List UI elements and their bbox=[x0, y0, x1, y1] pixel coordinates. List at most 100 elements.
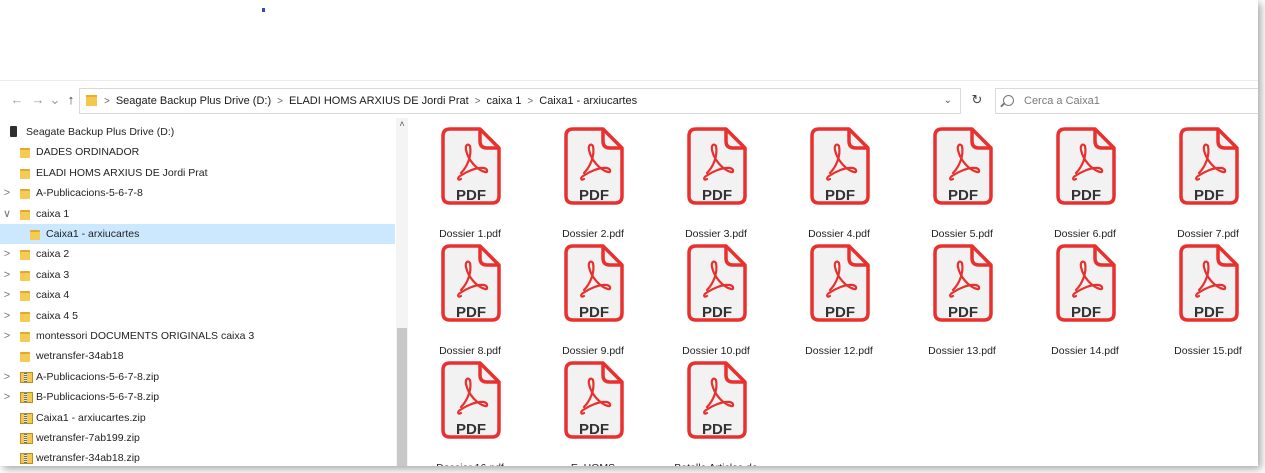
up-button[interactable]: ↑ bbox=[62, 91, 80, 109]
nav-item-label: B-Publicacions-5-6-7-8.zip bbox=[36, 391, 160, 404]
file-view: PDF Dossier 1.pdf PDF Dossier 2.pdf PDF Dossi… bbox=[410, 118, 1258, 466]
nav-item[interactable]: Caixa1 - arxiucartes bbox=[0, 224, 395, 244]
chevron-right-icon[interactable]: > bbox=[2, 306, 12, 326]
folder-icon bbox=[20, 250, 30, 261]
zip-folder-icon bbox=[20, 453, 33, 465]
chevron-right-icon[interactable]: > bbox=[2, 244, 12, 264]
pdf-icon-label: PDF bbox=[702, 421, 732, 438]
ribbon-mark bbox=[262, 8, 265, 12]
nav-item-label: ELADI HOMS ARXIUS DE Jordi Prat bbox=[36, 166, 208, 179]
pdf-file[interactable]: PDF Dossier 16.pdf bbox=[410, 352, 530, 466]
pdf-file[interactable]: PDF Dossier 5.pdf bbox=[902, 118, 1022, 240]
pdf-file[interactable]: PDF Dossier 3.pdf bbox=[656, 118, 776, 240]
file-explorer-window: ← → ⌄ ↑ > Seagate Backup Plus Drive (D:) >… bbox=[0, 0, 1258, 466]
pdf-icon-label: PDF bbox=[1194, 304, 1224, 321]
chevron-right-icon[interactable]: > bbox=[2, 285, 12, 305]
nav-item[interactable]: ∨ caixa 1 bbox=[0, 204, 395, 224]
folder-icon bbox=[20, 209, 30, 220]
pdf-icon-label: PDF bbox=[948, 187, 978, 204]
pdf-icon-label: PDF bbox=[825, 187, 855, 204]
pdf-file[interactable]: PDF Dossier 7.pdf bbox=[1148, 118, 1258, 240]
pdf-file[interactable]: PDF Dossier 8.pdf bbox=[410, 235, 530, 357]
breadcrumb-separator-icon[interactable]: > bbox=[475, 96, 481, 107]
nav-item[interactable]: > caixa 2 bbox=[0, 244, 395, 264]
pdf-file[interactable]: PDF E. HOMS bbox=[533, 352, 653, 466]
pdf-icon-label: PDF bbox=[579, 304, 609, 321]
breadcrumb-item[interactable]: ELADI HOMS ARXIUS DE Jordi Prat bbox=[289, 95, 469, 107]
nav-item[interactable]: > caixa 3 bbox=[0, 265, 395, 285]
pdf-file[interactable]: PDF Dossier 15.pdf bbox=[1148, 235, 1258, 357]
nav-item[interactable]: > A-Publicacions-5-6-7-8 bbox=[0, 183, 395, 203]
back-button[interactable]: ← bbox=[8, 91, 26, 109]
chevron-right-icon[interactable]: > bbox=[2, 326, 12, 346]
pdf-file[interactable]: PDF Batalla Articles de bbox=[656, 352, 776, 466]
nav-item[interactable]: wetransfer-34ab18.zip bbox=[0, 448, 395, 466]
breadcrumb-item[interactable]: Seagate Backup Plus Drive (D:) bbox=[116, 95, 271, 107]
nav-item[interactable]: wetransfer-7ab199.zip bbox=[0, 428, 395, 448]
refresh-icon: ↻ bbox=[971, 92, 983, 107]
nav-item-label: caixa 1 bbox=[36, 207, 70, 220]
nav-item[interactable]: Seagate Backup Plus Drive (D:) bbox=[0, 122, 395, 142]
nav-item-label: caixa 2 bbox=[36, 248, 70, 261]
nav-item-label: wetransfer-34ab18 bbox=[36, 350, 124, 363]
nav-item[interactable]: > A-Publicacions-5-6-7-8.zip bbox=[0, 367, 395, 387]
breadcrumb-item[interactable]: caixa 1 bbox=[487, 95, 522, 107]
chevron-right-icon[interactable]: > bbox=[2, 183, 12, 203]
chevron-right-icon[interactable]: > bbox=[2, 367, 12, 387]
pdf-file[interactable]: PDF Dossier 10.pdf bbox=[656, 235, 776, 357]
file-name: Dossier 13.pdf bbox=[928, 345, 996, 357]
folder-icon bbox=[30, 230, 40, 240]
nav-item[interactable]: DADES ORDINADOR bbox=[0, 142, 395, 162]
address-dropdown-icon[interactable]: ⌄ bbox=[944, 89, 952, 113]
pdf-file[interactable]: PDF Dossier 13.pdf bbox=[902, 235, 1022, 357]
pdf-icon-label: PDF bbox=[702, 304, 732, 321]
pdf-file[interactable]: PDF Dossier 14.pdf bbox=[1025, 235, 1145, 357]
search-icon bbox=[1003, 95, 1014, 106]
chevron-right-icon[interactable]: > bbox=[2, 387, 12, 407]
breadcrumb-item[interactable]: Caixa1 - arxiucartes bbox=[539, 95, 637, 107]
folder-icon bbox=[20, 189, 30, 200]
pdf-file[interactable]: PDF Dossier 6.pdf bbox=[1025, 118, 1145, 240]
nav-item[interactable]: ELADI HOMS ARXIUS DE Jordi Prat bbox=[0, 163, 395, 183]
nav-item[interactable]: Caixa1 - arxiucartes.zip bbox=[0, 408, 395, 428]
chevron-right-icon[interactable]: > bbox=[2, 265, 12, 285]
nav-item[interactable]: > montessori DOCUMENTS ORIGINALS caixa 3 bbox=[0, 326, 395, 346]
breadcrumb-separator-icon[interactable]: > bbox=[527, 96, 533, 107]
navigation-pane: Seagate Backup Plus Drive (D:) DADES ORDI… bbox=[0, 122, 395, 466]
navigation-scrollbar[interactable]: ˄ bbox=[396, 118, 408, 466]
scroll-up-icon[interactable]: ˄ bbox=[396, 118, 408, 130]
pdf-file[interactable]: PDF Dossier 4.pdf bbox=[779, 118, 899, 240]
folder-icon bbox=[20, 270, 30, 281]
chevron-down-icon: ⌄ bbox=[49, 92, 61, 107]
nav-item-label: caixa 4 bbox=[36, 289, 70, 302]
nav-item[interactable]: > B-Publicacions-5-6-7-8.zip bbox=[0, 387, 395, 407]
search-input[interactable]: Cerca a Caixa1 bbox=[995, 88, 1258, 114]
file-name: Batalla Articles de bbox=[656, 462, 776, 466]
forward-button[interactable]: → bbox=[29, 91, 47, 109]
folder-icon bbox=[20, 311, 30, 322]
chevron-down-icon[interactable]: ∨ bbox=[2, 204, 12, 224]
nav-item[interactable]: > caixa 4 bbox=[0, 285, 395, 305]
zip-folder-icon bbox=[20, 412, 33, 424]
pdf-icon-label: PDF bbox=[825, 304, 855, 321]
pdf-file[interactable]: PDF Dossier 1.pdf bbox=[410, 118, 530, 240]
address-input[interactable]: > Seagate Backup Plus Drive (D:) > ELADI HO… bbox=[79, 88, 961, 114]
nav-item[interactable]: wetransfer-34ab18 bbox=[0, 346, 395, 366]
nav-item-label: montessori DOCUMENTS ORIGINALS caixa 3 bbox=[36, 330, 255, 342]
scroll-thumb[interactable] bbox=[397, 328, 407, 466]
folder-icon bbox=[20, 352, 30, 363]
breadcrumb-separator-icon[interactable]: > bbox=[104, 96, 110, 107]
nav-item[interactable]: > caixa 4 5 bbox=[0, 306, 395, 326]
nav-item-label: caixa 3 bbox=[36, 268, 70, 281]
folder-icon bbox=[20, 291, 30, 302]
pdf-file[interactable]: PDF Dossier 12.pdf bbox=[779, 235, 899, 357]
up-arrow-icon: ↑ bbox=[67, 92, 75, 107]
forward-arrow-icon: → bbox=[31, 92, 45, 107]
pdf-file[interactable]: PDF Dossier 9.pdf bbox=[533, 235, 653, 357]
refresh-button[interactable]: ↻ bbox=[965, 88, 989, 112]
file-name: Dossier 15.pdf bbox=[1174, 345, 1242, 357]
breadcrumb-separator-icon[interactable]: > bbox=[277, 96, 283, 107]
pdf-file[interactable]: PDF Dossier 2.pdf bbox=[533, 118, 653, 240]
folder-icon bbox=[20, 148, 30, 159]
file-name: Dossier 12.pdf bbox=[805, 345, 873, 357]
